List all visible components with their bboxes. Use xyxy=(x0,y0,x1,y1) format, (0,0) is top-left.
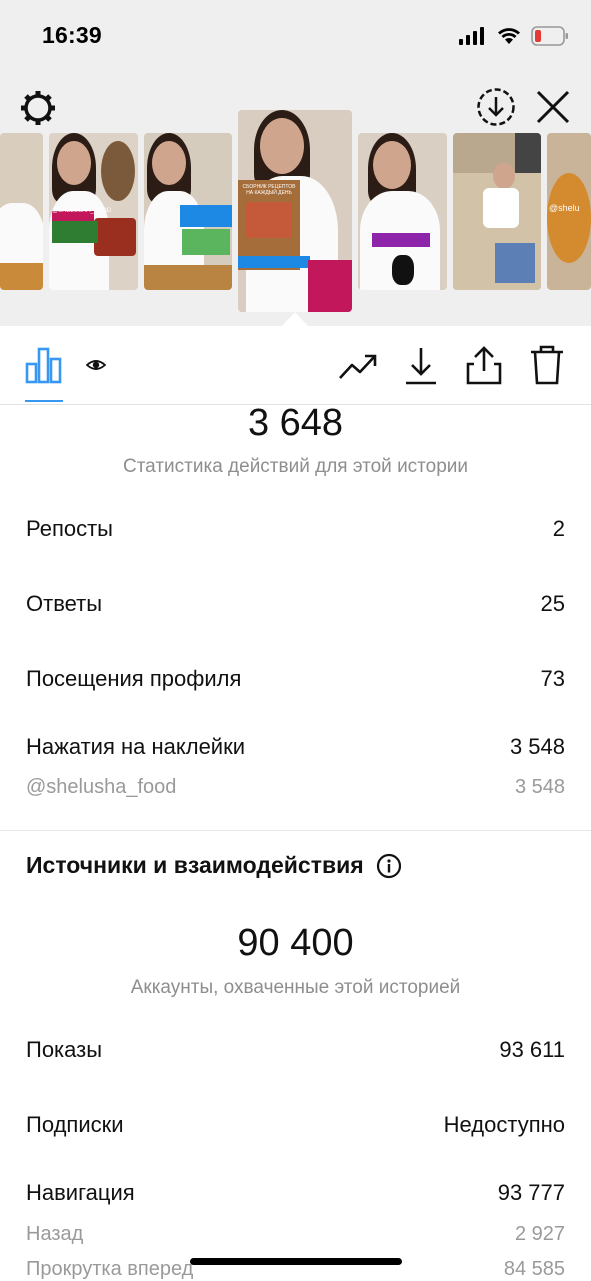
thumbnail-caption: @shelu xyxy=(549,203,580,213)
stat-row-follows: Подписки Недоступно xyxy=(26,1112,565,1138)
battery-icon xyxy=(531,26,568,46)
stat-row-sticker-mention: @shelusha_food 3 548 xyxy=(26,776,565,799)
sticker-mention-label: @shelusha_food xyxy=(26,776,177,798)
nav-sub-value: 84 585 xyxy=(503,1258,565,1280)
stat-value: 93 611 xyxy=(499,1037,565,1062)
discovery-title-text: Источники и взаимодействия xyxy=(26,852,364,878)
selected-pointer xyxy=(282,312,308,326)
stat-value: 3 548 xyxy=(509,734,565,759)
story-thumbnail[interactable] xyxy=(0,133,43,290)
stat-row-profile-visits: Посещения профиля 73 xyxy=(26,666,565,692)
stat-row-reposts: Репосты 2 xyxy=(26,516,565,542)
signal-icon xyxy=(459,27,484,45)
trash-icon[interactable] xyxy=(529,344,565,386)
stat-row-impressions: Показы 93 611 xyxy=(26,1037,565,1063)
story-thumbnail-selected[interactable]: СБОРНИК РЕЦЕПТОВ НА КАЖДЫЙ ДЕНЬ xyxy=(238,110,352,312)
stat-row-sticker-taps: Нажатия на наклейки 3 548 xyxy=(26,734,565,760)
status-time: 16:39 xyxy=(42,22,102,48)
stat-label: Нажатия на наклейки xyxy=(26,734,246,759)
sticker-mention-value: 3 548 xyxy=(514,776,565,798)
thumbnail-caption: @SHELUSHA_FOOD xyxy=(52,208,112,214)
wifi-icon xyxy=(498,28,520,44)
home-indicator[interactable] xyxy=(190,1258,402,1265)
stat-label: Ответы xyxy=(26,591,103,616)
story-thumbnail[interactable]: @SHELUSHA_FOOD xyxy=(49,133,138,290)
reach-total: 90 400 xyxy=(237,922,354,964)
discovery-section-title: Источники и взаимодействия xyxy=(26,852,402,879)
status-icons xyxy=(459,26,569,46)
interactions-subtitle: Статистика действий для этой истории xyxy=(122,456,469,477)
stat-value: 73 xyxy=(540,666,565,691)
story-thumbnail[interactable] xyxy=(358,133,447,290)
nav-sub-label: Назад xyxy=(26,1223,84,1245)
stat-value: 25 xyxy=(540,591,565,616)
stat-label: Показы xyxy=(26,1037,103,1062)
nav-sub-value: 2 927 xyxy=(514,1223,565,1245)
stat-row-replies: Ответы 25 xyxy=(26,591,565,617)
download-icon[interactable] xyxy=(404,346,438,386)
story-thumbnail[interactable]: @shelu xyxy=(547,133,591,290)
story-thumbnails: @SHELUSHA_FOOD СБОРНИК РЕЦЕПТОВ НА КАЖДЫ… xyxy=(0,110,591,315)
story-thumbnail[interactable] xyxy=(144,133,232,290)
stat-value: 93 777 xyxy=(497,1180,565,1205)
stat-label: Навигация xyxy=(26,1180,135,1205)
stat-row-back: Назад 2 927 xyxy=(26,1223,565,1246)
bar-chart-icon[interactable] xyxy=(25,346,63,384)
stat-value: 2 xyxy=(552,516,565,541)
story-thumbnail[interactable] xyxy=(453,133,541,290)
stat-label: Посещения профиля xyxy=(26,666,242,691)
stat-label: Репосты xyxy=(26,516,113,541)
eye-icon[interactable] xyxy=(86,357,106,373)
section-divider xyxy=(0,830,591,831)
trending-up-icon[interactable] xyxy=(338,352,378,382)
share-icon[interactable] xyxy=(466,344,502,386)
thumbnail-caption: СБОРНИК РЕЦЕПТОВ НА КАЖДЫЙ ДЕНЬ xyxy=(242,184,296,196)
info-icon[interactable] xyxy=(376,853,402,879)
stat-label: Подписки xyxy=(26,1112,124,1137)
reach-subtitle: Аккаунты, охваченные этой историей xyxy=(130,977,461,998)
interactions-total: 3 648 xyxy=(247,402,344,444)
nav-sub-label: Прокрутка вперед xyxy=(26,1258,194,1280)
stat-value: Недоступно xyxy=(443,1112,565,1137)
stat-row-navigation: Навигация 93 777 xyxy=(26,1180,565,1206)
